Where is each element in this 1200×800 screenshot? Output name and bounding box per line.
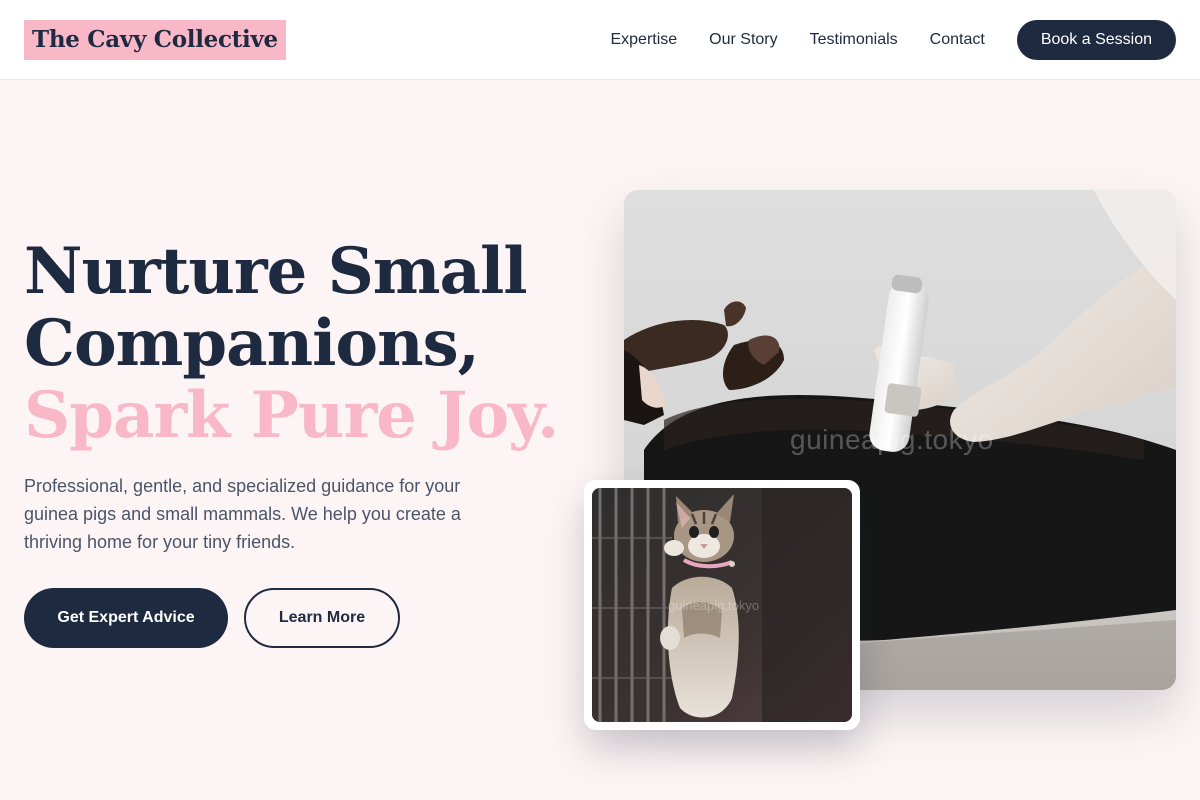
hero-description: Professional, gentle, and specialized gu… [24,476,461,552]
site-logo[interactable]: The Cavy Collective [24,20,286,60]
nav-link-contact[interactable]: Contact [930,31,985,49]
learn-more-button[interactable]: Learn More [244,588,400,648]
nav-link-our-story[interactable]: Our Story [709,31,777,49]
hero-title-line-1: Nurture Small [24,234,528,309]
main-nav: Expertise Our Story Testimonials Contact… [610,20,1176,60]
get-expert-advice-button[interactable]: Get Expert Advice [24,588,228,648]
inset-photo-watermark: guineapig.tokyo [668,598,760,613]
hero-title-line-2: Companions, [24,306,480,381]
main-photo-watermark: guineapig.tokyo [790,424,994,455]
nav-link-expertise[interactable]: Expertise [610,31,677,49]
nav-link-testimonials[interactable]: Testimonials [810,31,898,49]
hero-title-accent: Spark Pure Joy. [24,378,559,453]
hero-title: Nurture Small Companions, Spark Pure Joy… [24,234,559,453]
site-header: The Cavy Collective Expertise Our Story … [0,0,1200,80]
book-session-button[interactable]: Book a Session [1016,20,1176,60]
